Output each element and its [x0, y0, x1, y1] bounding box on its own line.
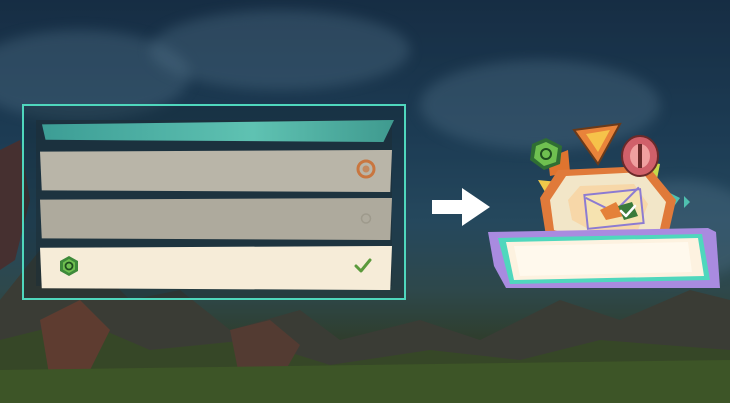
orange-triangle-emblem-icon [572, 122, 622, 166]
completion-badge [488, 120, 720, 290]
right-arrow-icon [432, 188, 490, 230]
quest-panel [22, 104, 406, 300]
orange-ring-icon [356, 159, 376, 183]
quest-row-2[interactable] [40, 198, 392, 240]
checkmark-icon [354, 258, 372, 278]
red-mask-emblem-icon [621, 135, 659, 177]
faded-circle-icon [360, 210, 372, 229]
green-spiral-emblem-icon [58, 255, 80, 281]
quest-row-3-completed[interactable] [40, 246, 392, 290]
quest-row-1[interactable] [40, 150, 392, 192]
badge-banner [488, 228, 720, 288]
